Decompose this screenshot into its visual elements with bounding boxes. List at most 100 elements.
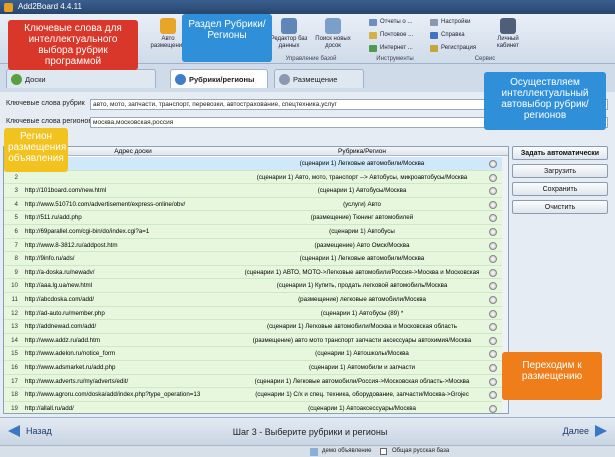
table-row[interactable]: 7 http://www.8-3812.ru/addpost.htm (размещ… [4,238,508,253]
remove-row-icon[interactable] [489,323,497,332]
table-row[interactable]: 4 http://www.510710.com/advertisement/exp… [4,197,508,212]
callout-auto-select: Осуществляем интеллектуальный автовыбор … [484,72,606,130]
tab-categories-regions[interactable]: Рубрики/регионы [170,69,268,88]
next-button[interactable]: Далее [563,424,607,438]
arrow-left-icon [8,425,20,437]
find-boards-label: Поиск новых досок [315,36,351,49]
row-category[interactable]: (размещение) Авто Омск/Москва [242,239,482,253]
remove-row-icon[interactable] [489,336,497,345]
row-category[interactable]: (сценарии 1) АВТО, МОТО->Легковые автомо… [242,266,482,280]
row-category[interactable]: (сценарии 1) Купить, продать легковой ав… [242,279,482,293]
gear-icon [430,19,438,26]
row-category[interactable]: (сценарии 1) Легковые автомобили/Россия-… [242,375,482,389]
load-button[interactable]: Загрузить [512,164,608,178]
auto-assign-button[interactable]: Задать автоматически [512,146,608,160]
table-row[interactable]: 13 http://addnewad.com/add/ (сценарии 1) Л… [4,320,508,334]
back-button[interactable]: Назад [8,424,52,438]
table-row[interactable]: 8 http://9info.ru/ads/ (сценарии 1) Легков… [4,252,508,266]
row-category[interactable]: (сценарии 1) Автомобили и запчасти [242,361,482,375]
row-category[interactable]: (сценарии 1) Авто, мото, транспорт --> А… [242,171,482,185]
tab-boards[interactable]: Доски [6,69,156,88]
row-category[interactable]: (сценарии 1) Автобусы [242,225,482,239]
document-icon [310,448,318,456]
tab-posting[interactable]: Размещение [274,69,364,88]
row-category[interactable]: (сценарии 1) Автобусы (89) * [242,307,482,321]
table-row[interactable]: 5 http://511.ru/add.php (размещение) Тюнин… [4,211,508,225]
table-row[interactable]: 15 http://www.adelon.ru/notice_form (сцена… [4,347,508,361]
table-row[interactable]: 14 http://www.addz.ru/add.htm (размещение)… [4,333,508,348]
remove-row-icon[interactable] [489,282,497,291]
table-row[interactable]: 19 http://allall.ru/add/ (сценарии 1) Авто… [4,401,508,413]
table-row[interactable]: 6 http://69parallel.com/cgi-bin/do/index.… [4,225,508,239]
next-label: Далее [562,426,589,436]
settings-button[interactable]: Настройки [430,17,470,27]
bottom-bar: Назад Шаг 3 - Выберите рубрики и регионы… [0,417,615,445]
row-category[interactable]: (сценарии 1) Автоаксессуары/Москва [242,402,482,413]
table-row[interactable]: 1(сценарии 1) Легковые автомобили/Москва [4,157,508,171]
table-row[interactable]: 18 http://www.agroru.com/doska/add/index.… [4,388,508,402]
row-category[interactable]: (сценарии 1) Автобусы/Москва [242,184,482,198]
save-button[interactable]: Сохранить [512,182,608,196]
row-category[interactable]: (сценарии 1) Легковые автомобили/Москва [242,157,482,171]
tab-boards-label: Доски [25,75,46,84]
row-number: 18 [11,391,18,399]
table-row[interactable]: 12 http://ad-auto.ru/member.php (сценарии … [4,306,508,321]
account-button[interactable]: Личный кабинет [486,18,530,50]
categories-icon [175,74,186,85]
table-row[interactable]: 10 http://aaa.lg.ua/new.html (сценарии 1) … [4,279,508,293]
table-row[interactable]: 2 (сценарии 1) Авто, мото, транспорт --> … [4,170,508,185]
remove-row-icon[interactable] [489,228,497,236]
row-url: http://9info.ru/ads/ [25,255,75,263]
remove-row-icon[interactable] [489,364,497,372]
help-label: Справка [441,32,465,38]
remove-row-icon[interactable] [489,350,497,359]
reports-button[interactable]: Отчеты о ... [369,17,412,27]
registration-button[interactable]: Регистрация [430,43,476,53]
row-category[interactable]: (размещение) Тюнинг автомобилей [242,211,482,225]
row-number: 9 [14,268,18,276]
remove-row-icon[interactable] [489,296,497,304]
db-editor-button[interactable]: Редактор баз данных [268,18,310,50]
row-url: http://101board.com/new.html [25,187,107,195]
table-row[interactable]: 16 http://www.adsmarket.ru/add.php (сценар… [4,361,508,375]
status-base: Общая русская база [392,448,450,454]
status-demo: демо объявление [322,448,372,454]
table-row[interactable]: 9 http://a-doska.ru/newadv/ (сценарии 1) А… [4,265,508,280]
row-url: http://www.agroru.com/doska/add/index.ph… [25,391,201,399]
row-number: 19 [11,404,18,412]
find-boards-button[interactable]: Поиск новых досок [312,18,354,50]
column-header-category[interactable]: Рубрика/Регион [242,147,482,156]
remove-row-icon[interactable] [489,214,497,223]
mail-button[interactable]: Почтовое ... [369,30,413,40]
clear-button[interactable]: Очистить [512,200,608,214]
row-category[interactable]: (сценарии 1) Автошколы/Москва [242,347,482,361]
remove-row-icon[interactable] [489,255,497,264]
remove-row-icon[interactable] [489,173,497,182]
step-title: Шаг 3 - Выберите рубрики и регионы [232,427,388,437]
back-label: Назад [26,426,52,436]
row-category[interactable]: (размещение) легковые автомобили/Москва [242,293,482,307]
table-row[interactable]: 11 http://abcdoska.com/add/ (размещение) л… [4,293,508,307]
internet-button[interactable]: Интернет ... [369,43,413,53]
remove-row-icon[interactable] [489,404,497,413]
remove-row-icon[interactable] [489,241,497,250]
row-category[interactable]: (сценарии 1) С/х и спец. техника, оборуд… [242,388,482,402]
remove-row-icon[interactable] [489,200,497,209]
remove-row-icon[interactable] [489,391,497,400]
row-category[interactable]: (размещение) авто мото транспорт запчаст… [242,334,482,348]
remove-row-icon[interactable] [489,377,497,386]
remove-row-icon[interactable] [489,160,497,168]
remove-row-icon[interactable] [489,268,497,277]
internet-label: Интернет ... [380,45,413,51]
base-checkbox[interactable] [380,448,387,455]
row-category[interactable]: (сценарии 1) Легковые автомобили/Москва … [242,320,482,334]
help-button[interactable]: Справка [430,30,465,40]
table-row[interactable]: 17 http://www.adverts.ru/my/adverts/edit/… [4,374,508,389]
row-category[interactable]: (услуги) Авто [242,198,482,212]
remove-row-icon[interactable] [489,187,497,196]
remove-row-icon[interactable] [489,309,497,318]
row-url: http://ad-auto.ru/member.php [25,309,105,317]
row-number: 6 [14,228,18,235]
row-category[interactable]: (сценарии 1) Легковые автомобили/Москва [242,252,482,266]
table-row[interactable]: 3 http://101board.com/new.html (сценарии 1… [4,184,508,198]
